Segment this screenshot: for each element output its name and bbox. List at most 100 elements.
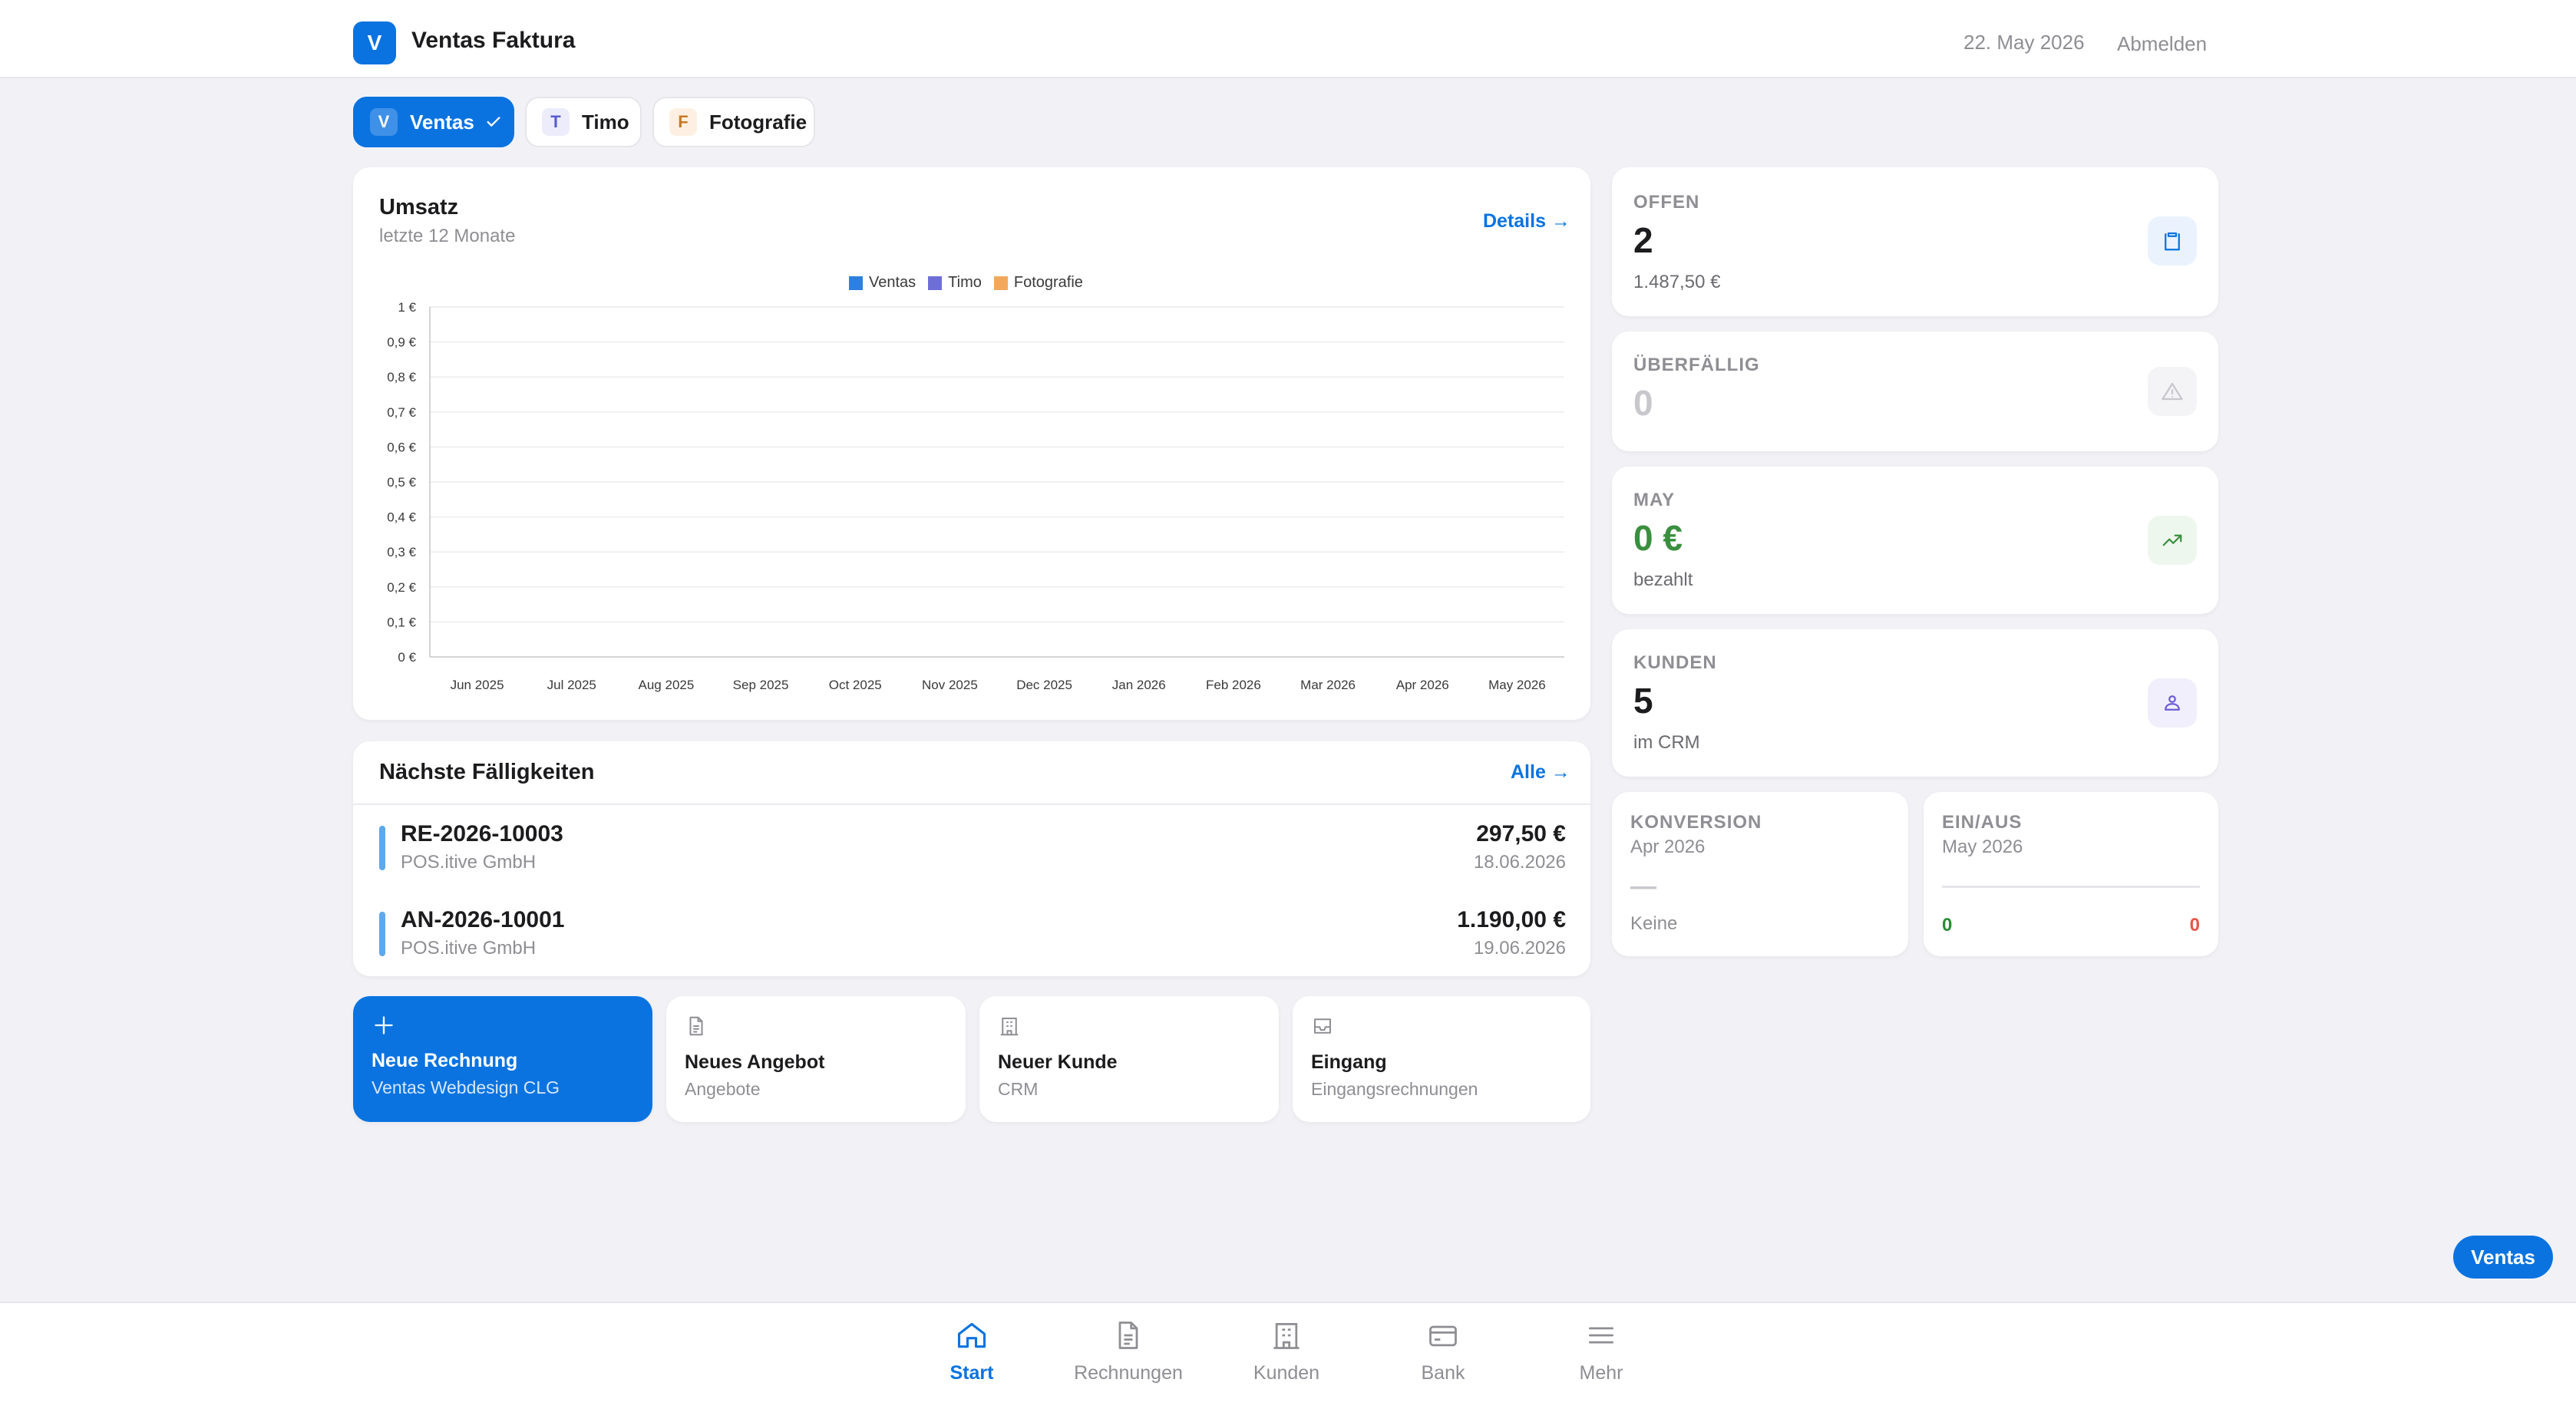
x-tick-label: Aug 2025 [639, 678, 695, 692]
y-tick-label: 1 € [398, 300, 416, 315]
new-invoice-button[interactable]: Neue Rechnung Ventas Webdesign CLG [353, 996, 652, 1122]
new-customer-button[interactable]: Neuer Kunde CRM [979, 996, 1279, 1122]
x-tick-label: Jul 2025 [547, 678, 596, 692]
customers-stat-card[interactable]: KUNDEN 5 im CRM [1612, 629, 2218, 777]
divider [353, 803, 1590, 805]
x-tick-label: Jan 2026 [1112, 678, 1166, 692]
open-stat-card[interactable]: OFFEN 2 1.487,50 € [1612, 167, 2218, 316]
x-tick-label: Nov 2025 [922, 678, 978, 692]
nav-label: Start [949, 1362, 994, 1384]
company-badge: V [370, 108, 398, 136]
revenue-subtitle: letzte 12 Monate [379, 226, 516, 246]
company-label: Timo [582, 110, 629, 134]
inbox-icon [1314, 1018, 1331, 1034]
legend-label-ventas: Ventas [869, 274, 916, 291]
nav-kunden[interactable]: Kunden [1217, 1318, 1356, 1384]
x-tick-label: Apr 2026 [1396, 678, 1449, 692]
y-tick-label: 0,9 € [387, 335, 416, 350]
action-subtitle: Ventas Webdesign CLG [372, 1077, 560, 1097]
x-tick-label: Oct 2025 [829, 678, 882, 692]
company-pill-fotografie[interactable]: F Fotografie [652, 97, 815, 147]
action-subtitle: Angebote [685, 1079, 761, 1099]
company-pill-ventas[interactable]: V Ventas [353, 97, 514, 147]
nav-label: Mehr [1579, 1362, 1623, 1384]
inbox-button[interactable]: Eingang Eingangsrechnungen [1293, 996, 1590, 1122]
checkmark-icon [487, 117, 500, 127]
company-label: Ventas [410, 110, 474, 134]
plus-icon [375, 1016, 393, 1034]
stat-label: KUNDEN [1633, 652, 1717, 673]
due-row[interactable]: AN-2026-10001 POS.itive GmbH 1.190,00 € … [353, 899, 1590, 976]
stat-label: ÜBERFÄLLIG [1633, 355, 1760, 375]
due-number: RE-2026-10003 [401, 821, 563, 846]
x-tick-label: May 2026 [1488, 678, 1546, 692]
stat-label: OFFEN [1633, 192, 1700, 213]
stat-label: MAY [1633, 490, 1676, 510]
company-label: Fotografie [709, 110, 807, 134]
nav-bank[interactable]: Bank [1374, 1318, 1512, 1384]
due-number: AN-2026-10001 [401, 907, 565, 932]
stat-value: 0 € [1633, 518, 1683, 558]
stat-value: 5 [1633, 681, 1653, 721]
menu-icon [1588, 1327, 1614, 1344]
x-tick-label: Jun 2025 [451, 678, 504, 692]
x-tick-label: Dec 2025 [1016, 678, 1072, 692]
stat-sub: Keine [1630, 913, 1678, 934]
x-tick-label: Sep 2025 [733, 678, 789, 692]
company-switch-button[interactable]: Ventas [2453, 1236, 2553, 1279]
y-tick-label: 0,7 € [387, 405, 416, 420]
y-tick-label: 0,3 € [387, 545, 416, 559]
nav-start[interactable]: Start [903, 1318, 1041, 1384]
action-subtitle: CRM [998, 1079, 1039, 1099]
y-tick-label: 0,2 € [387, 580, 416, 595]
clipboard-icon [2148, 216, 2197, 266]
revenue-details-link[interactable]: Details → [1483, 210, 1570, 233]
action-title: Eingang [1311, 1051, 1387, 1073]
company-badge: F [669, 108, 697, 136]
y-tick-label: 0,1 € [387, 615, 416, 629]
current-date: 22. May 2026 [1963, 31, 2085, 54]
x-tick-label: Feb 2026 [1206, 678, 1261, 692]
due-customer: POS.itive GmbH [401, 852, 537, 873]
stat-value: — [1630, 872, 1656, 901]
stat-value: 0 [1633, 383, 1653, 423]
legend-swatch-fotografie [993, 276, 1008, 290]
overdue-stat-card[interactable]: ÜBERFÄLLIG 0 [1612, 332, 2218, 451]
due-indicator [379, 826, 385, 870]
stat-sub: im CRM [1633, 732, 1700, 753]
stat-value: 2 [1633, 220, 1653, 260]
due-all-link[interactable]: Alle → [1511, 761, 1570, 784]
warning-icon [2148, 367, 2197, 416]
due-row[interactable]: RE-2026-10003 POS.itive GmbH 297,50 € 18… [353, 813, 1590, 890]
building-icon [1273, 1322, 1300, 1349]
action-subtitle: Eingangsrechnungen [1311, 1079, 1478, 1099]
new-quote-button[interactable]: Neues Angebot Angebote [666, 996, 966, 1122]
home-icon [957, 1322, 986, 1348]
logout-link[interactable]: Abmelden [2117, 32, 2207, 56]
legend-label-fotografie: Fotografie [1013, 274, 1083, 291]
building-icon [1000, 1018, 1019, 1036]
legend-label-timo: Timo [948, 274, 982, 291]
people-icon [2148, 678, 2197, 728]
nav-mehr[interactable]: Mehr [1532, 1318, 1670, 1384]
due-amount: 1.190,00 € [1457, 907, 1566, 932]
inout-bar [1942, 886, 2200, 888]
chart-legend: Ventas Timo Fotografie [837, 274, 1083, 292]
stat-period: Apr 2026 [1630, 836, 1706, 857]
revenue-chart: 0 € 0,1 € 0,2 € 0,3 € 0,4 € 0,5 € 0,6 € 0,7 € 0,… [387, 300, 1564, 692]
action-title: Neuer Kunde [998, 1051, 1118, 1073]
company-pill-timo[interactable]: T Timo [525, 97, 642, 147]
stat-label: KONVERSION [1630, 812, 1762, 833]
action-title: Neue Rechnung [372, 1050, 518, 1071]
inout-card[interactable]: EIN/AUS May 2026 0 0 [1924, 792, 2218, 956]
due-customer: POS.itive GmbH [401, 938, 537, 959]
nav-label: Bank [1421, 1362, 1465, 1384]
y-tick-label: 0,8 € [387, 370, 416, 384]
company-badge: T [542, 108, 570, 136]
revenue-title: Umsatz [379, 195, 459, 219]
y-tick-label: 0 € [398, 650, 416, 665]
month-stat-card[interactable]: MAY 0 € bezahlt [1612, 467, 2218, 614]
trend-up-icon [2148, 516, 2197, 565]
conversion-card[interactable]: KONVERSION Apr 2026 — Keine [1612, 792, 1908, 956]
nav-rechnungen[interactable]: Rechnungen [1059, 1318, 1197, 1384]
